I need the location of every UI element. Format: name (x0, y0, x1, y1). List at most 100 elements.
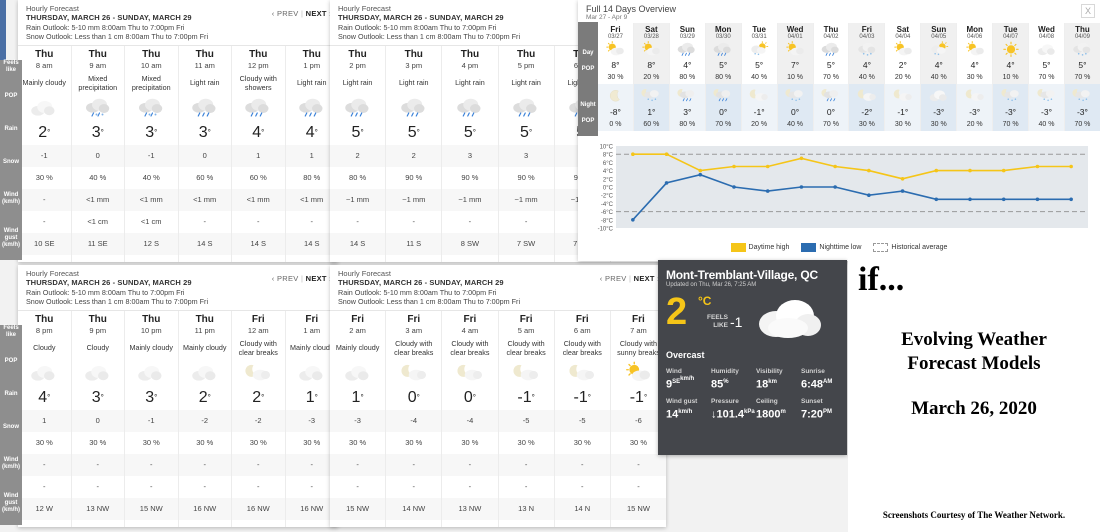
overview-night-column[interactable]: -3° 70 % (1064, 84, 1100, 131)
column-condition: Mainly cloudy (182, 343, 227, 352)
overview-night-column[interactable]: -1° 30 % (885, 84, 922, 131)
overview-day-column[interactable]: Wed 04/08 5° 70 % (1029, 23, 1065, 84)
overview-low-temp: -1° (753, 107, 765, 117)
column-temperature: 5° (407, 123, 420, 141)
overview-day-column[interactable]: Mon 04/06 4° 30 % (957, 23, 994, 84)
hourly-column[interactable]: Thu 9 am Mixed precipitation 3 ° 0 40 % <1 mm <1… (71, 45, 125, 262)
column-hour: 12 am (247, 325, 269, 335)
column-rain: - (18, 188, 71, 211)
column-wind: 11 SE (71, 232, 124, 255)
overview-night-column[interactable]: -8° 0 % (598, 84, 634, 131)
overview-high-temp: 8° (611, 60, 620, 70)
snow-icon (849, 40, 884, 59)
legend-item: Daytime high (730, 243, 789, 252)
hourly-column[interactable]: Thu4 pm Light rain 5° 3 90 % ~1 mm - 8 SW28 (442, 45, 499, 262)
overview-night-column[interactable]: 3° 80 % (669, 84, 706, 131)
column-day: Fri (519, 313, 533, 325)
hourly-column[interactable]: Fri 6 am Cloudy with clear breaks -1 ° -5 30 %… (554, 310, 611, 527)
hourly-column[interactable]: Fri2 am Mainly cloudy 1° -3 30 % - - 15 NW33 (330, 310, 387, 527)
overview-night-column[interactable]: 0° 40 % (777, 84, 814, 131)
next-button[interactable]: NEXT › (306, 274, 332, 283)
overview-day-column[interactable]: Sun 04/05 4° 40 % (921, 23, 958, 84)
column-pop: 90 % (461, 173, 479, 182)
overview-night-column[interactable]: -3° 20 % (957, 84, 994, 131)
hourly-column[interactable]: Thu5 pm Light rain 5° 3 90 % ~1 mm - 7 SW23 (498, 45, 555, 262)
sun-snow-icon (742, 40, 777, 59)
full-14-days-overview-panel: Full 14 Days Overview Mar 27 - Apr 9 X D… (578, 0, 1100, 261)
hourly-column[interactable]: Thu11 am Light rain 3° 0 60 % <1 mm - 14 S38 (178, 45, 232, 262)
hourly-column[interactable]: Thu11 pm Mainly cloudy 2° -2 30 % - - 16 NW34 (178, 310, 232, 527)
hourly-column[interactable]: Thu8 pm Cloudy 4° 1 30 % - - 12 W32 (18, 310, 72, 527)
prev-button[interactable]: ‹ PREV (272, 9, 299, 18)
night-partly-cloudy-icon (957, 84, 992, 106)
overview-night-column[interactable]: 0° 70 % (705, 84, 742, 131)
hourly-column[interactable]: Fri 3 am Cloudy with clear breaks 0 ° -4 30 % -… (386, 310, 443, 527)
panel-header: Hourly Forecast THURSDAY, MARCH 26 - SUND… (330, 265, 666, 310)
rain-icon (706, 40, 741, 59)
hourly-column[interactable]: Thu 10 am Mixed precipitation 3 ° -1 40 % <1 mm… (125, 45, 179, 262)
current-stat: Pressure ↓101.4kPa (711, 398, 756, 421)
overview-night-column[interactable]: -1° 20 % (741, 84, 778, 131)
column-rain: ~1 mm (442, 188, 498, 211)
hourly-column[interactable]: Thu 12 pm Cloudy with showers 4 ° 1 60 % <1 mm -… (232, 45, 286, 262)
overview-day-column[interactable]: Mon 03/30 5° 80 % (705, 23, 742, 84)
column-hour: 6 am (573, 325, 591, 335)
hourly-column[interactable]: Thu9 pm Cloudy 3° 0 30 % - - 13 NW33 (71, 310, 125, 527)
column-condition: Cloudy (33, 343, 56, 352)
column-feels-like: 3 (442, 144, 498, 167)
overview-dow: Sat (645, 25, 658, 34)
overview-day-column[interactable]: Sun 03/29 4° 80 % (670, 23, 706, 84)
panel-nav: ‹ PREV | NEXT › (272, 9, 332, 18)
column-wind-gust: 28 (442, 255, 497, 262)
column-temperature: 1 ° (351, 388, 364, 406)
column-rain: - (71, 453, 124, 476)
prev-button[interactable]: ‹ PREV (272, 274, 299, 283)
hourly-column[interactable]: Thu8 am Mainly cloudy 2° -1 30 % - - 10 SE30 (18, 45, 72, 262)
current-stat-unit: SE (672, 379, 681, 385)
overview-high-temp: 4° (862, 60, 871, 70)
column-hour: 2 pm (349, 60, 366, 70)
column-condition: Cloudy with clear breaks (562, 338, 602, 357)
hourly-column[interactable]: Fri 4 am Cloudy with clear breaks 0 ° -4 30 % -… (442, 310, 499, 527)
current-stat-label: Humidity (711, 368, 739, 375)
hourly-column[interactable]: Thu2 pm Light rain 5° 2 80 % ~1 mm - 14 S40 (330, 45, 387, 262)
overview-day-column[interactable]: Fri 04/03 4° 40 % (849, 23, 886, 84)
overview-night-column[interactable]: 1° 60 % (633, 84, 670, 131)
column-wind-gust: 34 (232, 520, 285, 527)
overview-day-column[interactable]: Sat 03/28 8° 20 % (633, 23, 670, 84)
column-snow: - (203, 482, 207, 491)
column-hour: 10 am (140, 60, 162, 70)
overview-night-column[interactable]: -2° 30 % (849, 84, 886, 131)
current-stat-label: Visibility (756, 368, 783, 375)
overview-night-column[interactable]: -3° 70 % (993, 84, 1030, 131)
row-label: Wind (km/h) (2, 192, 20, 205)
overview-night-column[interactable]: -3° 40 % (1029, 84, 1065, 131)
hourly-column[interactable]: Fri 12 am Cloudy with clear breaks 2 ° -2 30 %… (232, 310, 286, 527)
legend-swatch (873, 243, 889, 252)
overview-night-column[interactable]: 0° 70 % (813, 84, 850, 131)
column-snow: - (524, 217, 528, 226)
column-wind: 15 NW (610, 497, 666, 520)
current-stat: Wind 9SEkm/h (666, 368, 711, 391)
hourly-column[interactable]: Thu10 pm Mainly cloudy 3° -1 30 % - - 15 NW34 (125, 310, 179, 527)
overview-day-column[interactable]: Fri 03/27 8° 30 % (598, 23, 634, 84)
close-icon[interactable]: X (1081, 4, 1095, 18)
overview-day-column[interactable]: Tue 04/07 4° 10 % (993, 23, 1030, 84)
rain-icon (670, 40, 705, 59)
overview-day-column[interactable]: Tue 03/31 5° 40 % (742, 23, 778, 84)
prev-button[interactable]: ‹ PREV (600, 274, 627, 283)
next-button[interactable]: NEXT › (634, 274, 660, 283)
overview-day-column[interactable]: Sat 04/04 2° 20 % (885, 23, 922, 84)
row-label-rail-bottom: Feels like POP Rain Snow Wind (km/h) Wind gust (k… (0, 325, 22, 525)
column-hour: 11 pm (194, 325, 215, 335)
column-snow: - (257, 217, 260, 226)
next-button[interactable]: NEXT › (306, 9, 332, 18)
overview-day-column[interactable]: Thu 04/02 5° 70 % (814, 23, 850, 84)
overview-night-column[interactable]: -3° 30 % (921, 84, 958, 131)
overview-day-column[interactable]: Wed 04/01 7° 10 % (777, 23, 814, 84)
hourly-column[interactable]: Fri 5 am Cloudy with clear breaks -1 ° -5 30 %… (498, 310, 555, 527)
column-wind-gust: 33 (386, 520, 441, 527)
hourly-column[interactable]: Thu3 pm Light rain 5° 2 90 % ~1 mm - 11 S34 (386, 45, 443, 262)
overview-day-column[interactable]: Thu 04/09 5° 70 % (1064, 23, 1100, 84)
rain-icon (499, 95, 554, 121)
